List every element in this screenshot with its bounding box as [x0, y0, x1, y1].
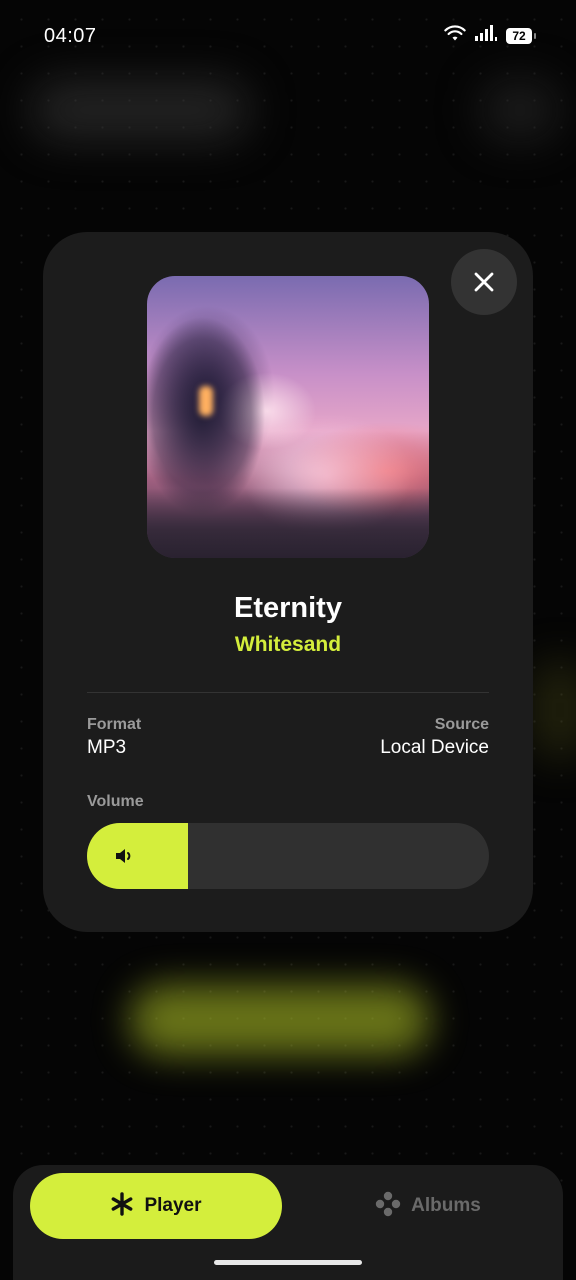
volume-slider-fill [87, 823, 188, 889]
album-artwork [147, 276, 429, 558]
asterisk-icon [110, 1191, 134, 1221]
song-title: Eternity [234, 592, 342, 624]
divider [87, 692, 489, 693]
app-screen: 04:07 72 Eternity Whitesand Format MP3 S… [0, 0, 576, 1280]
tab-player-label: Player [144, 1195, 202, 1216]
battery-indicator: 72 [506, 27, 536, 44]
volume-slider[interactable] [87, 823, 489, 889]
close-icon [474, 272, 494, 292]
background-glow [130, 985, 430, 1055]
format-value: MP3 [87, 737, 127, 758]
song-artist: Whitesand [234, 633, 342, 656]
tab-albums[interactable]: Albums [313, 1173, 543, 1239]
wifi-icon [444, 24, 466, 47]
now-playing-card: Eternity Whitesand Format MP3 Source Loc… [43, 232, 533, 932]
speaker-icon [113, 845, 135, 867]
close-button[interactable] [451, 249, 517, 315]
background-blur [480, 80, 560, 140]
background-blur [530, 660, 576, 760]
albums-icon [375, 1191, 401, 1222]
status-icons: 72 [444, 24, 536, 47]
source-value: Local Device [380, 737, 489, 758]
status-time: 04:07 [44, 25, 97, 47]
source-label: Source [434, 716, 489, 733]
background-blur [30, 80, 250, 140]
format-label: Format [87, 716, 142, 733]
signal-bars-icon [474, 24, 498, 47]
status-bar: 04:07 72 [0, 0, 576, 72]
tab-albums-label: Albums [411, 1195, 481, 1216]
tab-player[interactable]: Player [30, 1173, 282, 1239]
home-indicator[interactable] [214, 1260, 362, 1265]
volume-label: Volume [87, 793, 144, 810]
